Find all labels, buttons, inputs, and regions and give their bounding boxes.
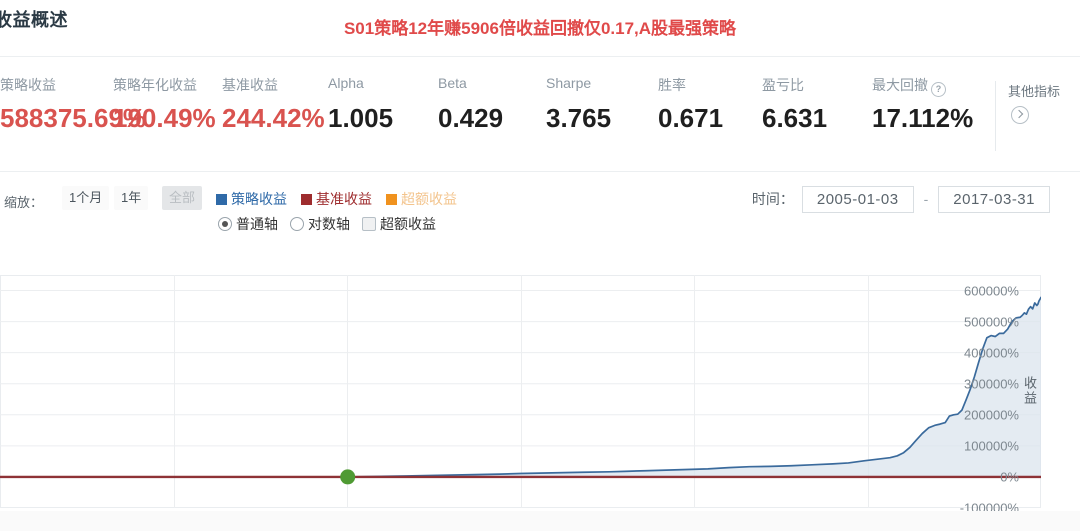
metric-value: 6.631 xyxy=(762,103,828,133)
chart-controls: 缩放： 1个月 1年 全部 策略收益 基准收益 超额收益 普通轴 对数轴 超额收益 时间： 2… xyxy=(0,172,1080,232)
returns-chart[interactable]: 600000% 500000% 400000% 300000% 200000% 10000… xyxy=(0,272,1080,531)
axis-option-2[interactable]: 超额收益 xyxy=(362,214,436,234)
legend-color-swatch xyxy=(216,194,227,205)
metric-value: 0.429 xyxy=(438,103,504,133)
axis-option-label: 超额收益 xyxy=(380,216,436,232)
metric-3: Alpha 1.005 xyxy=(328,75,393,133)
date-range-separator: - xyxy=(923,191,929,207)
legend-item-1[interactable]: 基准收益 xyxy=(301,189,372,209)
header: 收益概述 S01策略12年赚5906倍收益回撤仅0.17,A股最强策略 xyxy=(0,0,1080,57)
metrics-strip: 策略收益 588375.69% 策略年化收益 190.49% 基准收益 244.42% Al… xyxy=(0,57,1080,172)
metric-label: Beta xyxy=(438,75,467,91)
metric-label: 胜率 xyxy=(658,77,686,93)
axis-option-label: 对数轴 xyxy=(308,216,350,232)
legend-item-0[interactable]: 策略收益 xyxy=(216,189,287,209)
metric-5: Sharpe 3.765 xyxy=(546,75,611,133)
radio-button[interactable] xyxy=(218,217,232,231)
legend-color-swatch xyxy=(301,194,312,205)
metric-0: 策略收益 588375.69% xyxy=(0,75,146,133)
other-metrics-button[interactable]: 其他指标 xyxy=(995,81,1074,151)
other-metrics-label: 其他指标 xyxy=(1008,84,1061,99)
legend-label: 超额收益 xyxy=(401,191,457,207)
axis-option-group: 普通轴 对数轴 超额收益 xyxy=(218,214,448,234)
legend-color-swatch xyxy=(386,194,397,205)
date-range-picker: 时间： 2005-01-03-2017-03-31 xyxy=(752,186,1050,213)
metric-label: 策略收益 xyxy=(0,77,56,93)
metric-7: 盈亏比 6.631 xyxy=(762,75,827,133)
chevron-right-circle-icon xyxy=(1011,106,1029,124)
legend-label: 基准收益 xyxy=(316,191,372,207)
date-range-label: 时间： xyxy=(751,191,794,207)
strategy-banner-title: S01策略12年赚5906倍收益回撤仅0.17,A股最强策略 xyxy=(343,19,737,38)
axis-option-label: 普通轴 xyxy=(236,216,278,232)
metric-value: 0.671 xyxy=(658,103,724,133)
chart-legend: 策略收益 基准收益 超额收益 xyxy=(216,189,471,209)
help-icon[interactable]: ? xyxy=(931,82,946,97)
legend-item-2[interactable]: 超额收益 xyxy=(386,189,457,209)
metric-value: 190.49% xyxy=(113,103,216,133)
radio-button[interactable] xyxy=(290,217,304,231)
zoom-range-button-1[interactable]: 1年 xyxy=(114,186,149,210)
start-marker[interactable] xyxy=(340,469,356,485)
performance-overview-page: 收益概述 S01策略12年赚5906倍收益回撤仅0.17,A股最强策略 策略收益… xyxy=(0,0,1080,531)
metric-2: 基准收益 244.42% xyxy=(222,75,325,133)
metric-label: Sharpe xyxy=(546,75,592,91)
legend-label: 策略收益 xyxy=(231,191,287,207)
axis-option-0[interactable]: 普通轴 xyxy=(218,214,278,234)
metric-value: 1.005 xyxy=(328,103,394,133)
metric-label: 基准收益 xyxy=(222,77,278,93)
chart-plot-area[interactable] xyxy=(0,275,1041,508)
metric-6: 胜率 0.671 xyxy=(658,75,723,133)
date-end-input[interactable]: 2017-03-31 xyxy=(938,186,1050,213)
metric-label: 盈亏比 xyxy=(762,77,804,93)
metric-1: 策略年化收益 190.49% xyxy=(113,75,216,133)
metric-label: 最大回撤 xyxy=(872,77,928,93)
metric-value: 3.765 xyxy=(546,103,612,133)
metric-label: 策略年化收益 xyxy=(113,77,197,93)
zoom-range-button-0[interactable]: 1个月 xyxy=(62,186,110,210)
date-start-input[interactable]: 2005-01-03 xyxy=(801,186,914,213)
metric-4: Beta 0.429 xyxy=(438,75,503,133)
metric-value: 17.112% xyxy=(872,103,974,133)
chart-bottom-padding xyxy=(0,511,1080,531)
zoom-label: 缩放： xyxy=(4,195,44,210)
metric-8: 最大回撤? 17.112% xyxy=(872,75,973,133)
axis-option-1[interactable]: 对数轴 xyxy=(290,214,350,234)
checkbox[interactable] xyxy=(362,217,376,231)
metric-value: 244.42% xyxy=(222,103,325,133)
zoom-range-button-2[interactable]: 全部 xyxy=(162,186,203,210)
metric-label: Alpha xyxy=(328,75,364,91)
